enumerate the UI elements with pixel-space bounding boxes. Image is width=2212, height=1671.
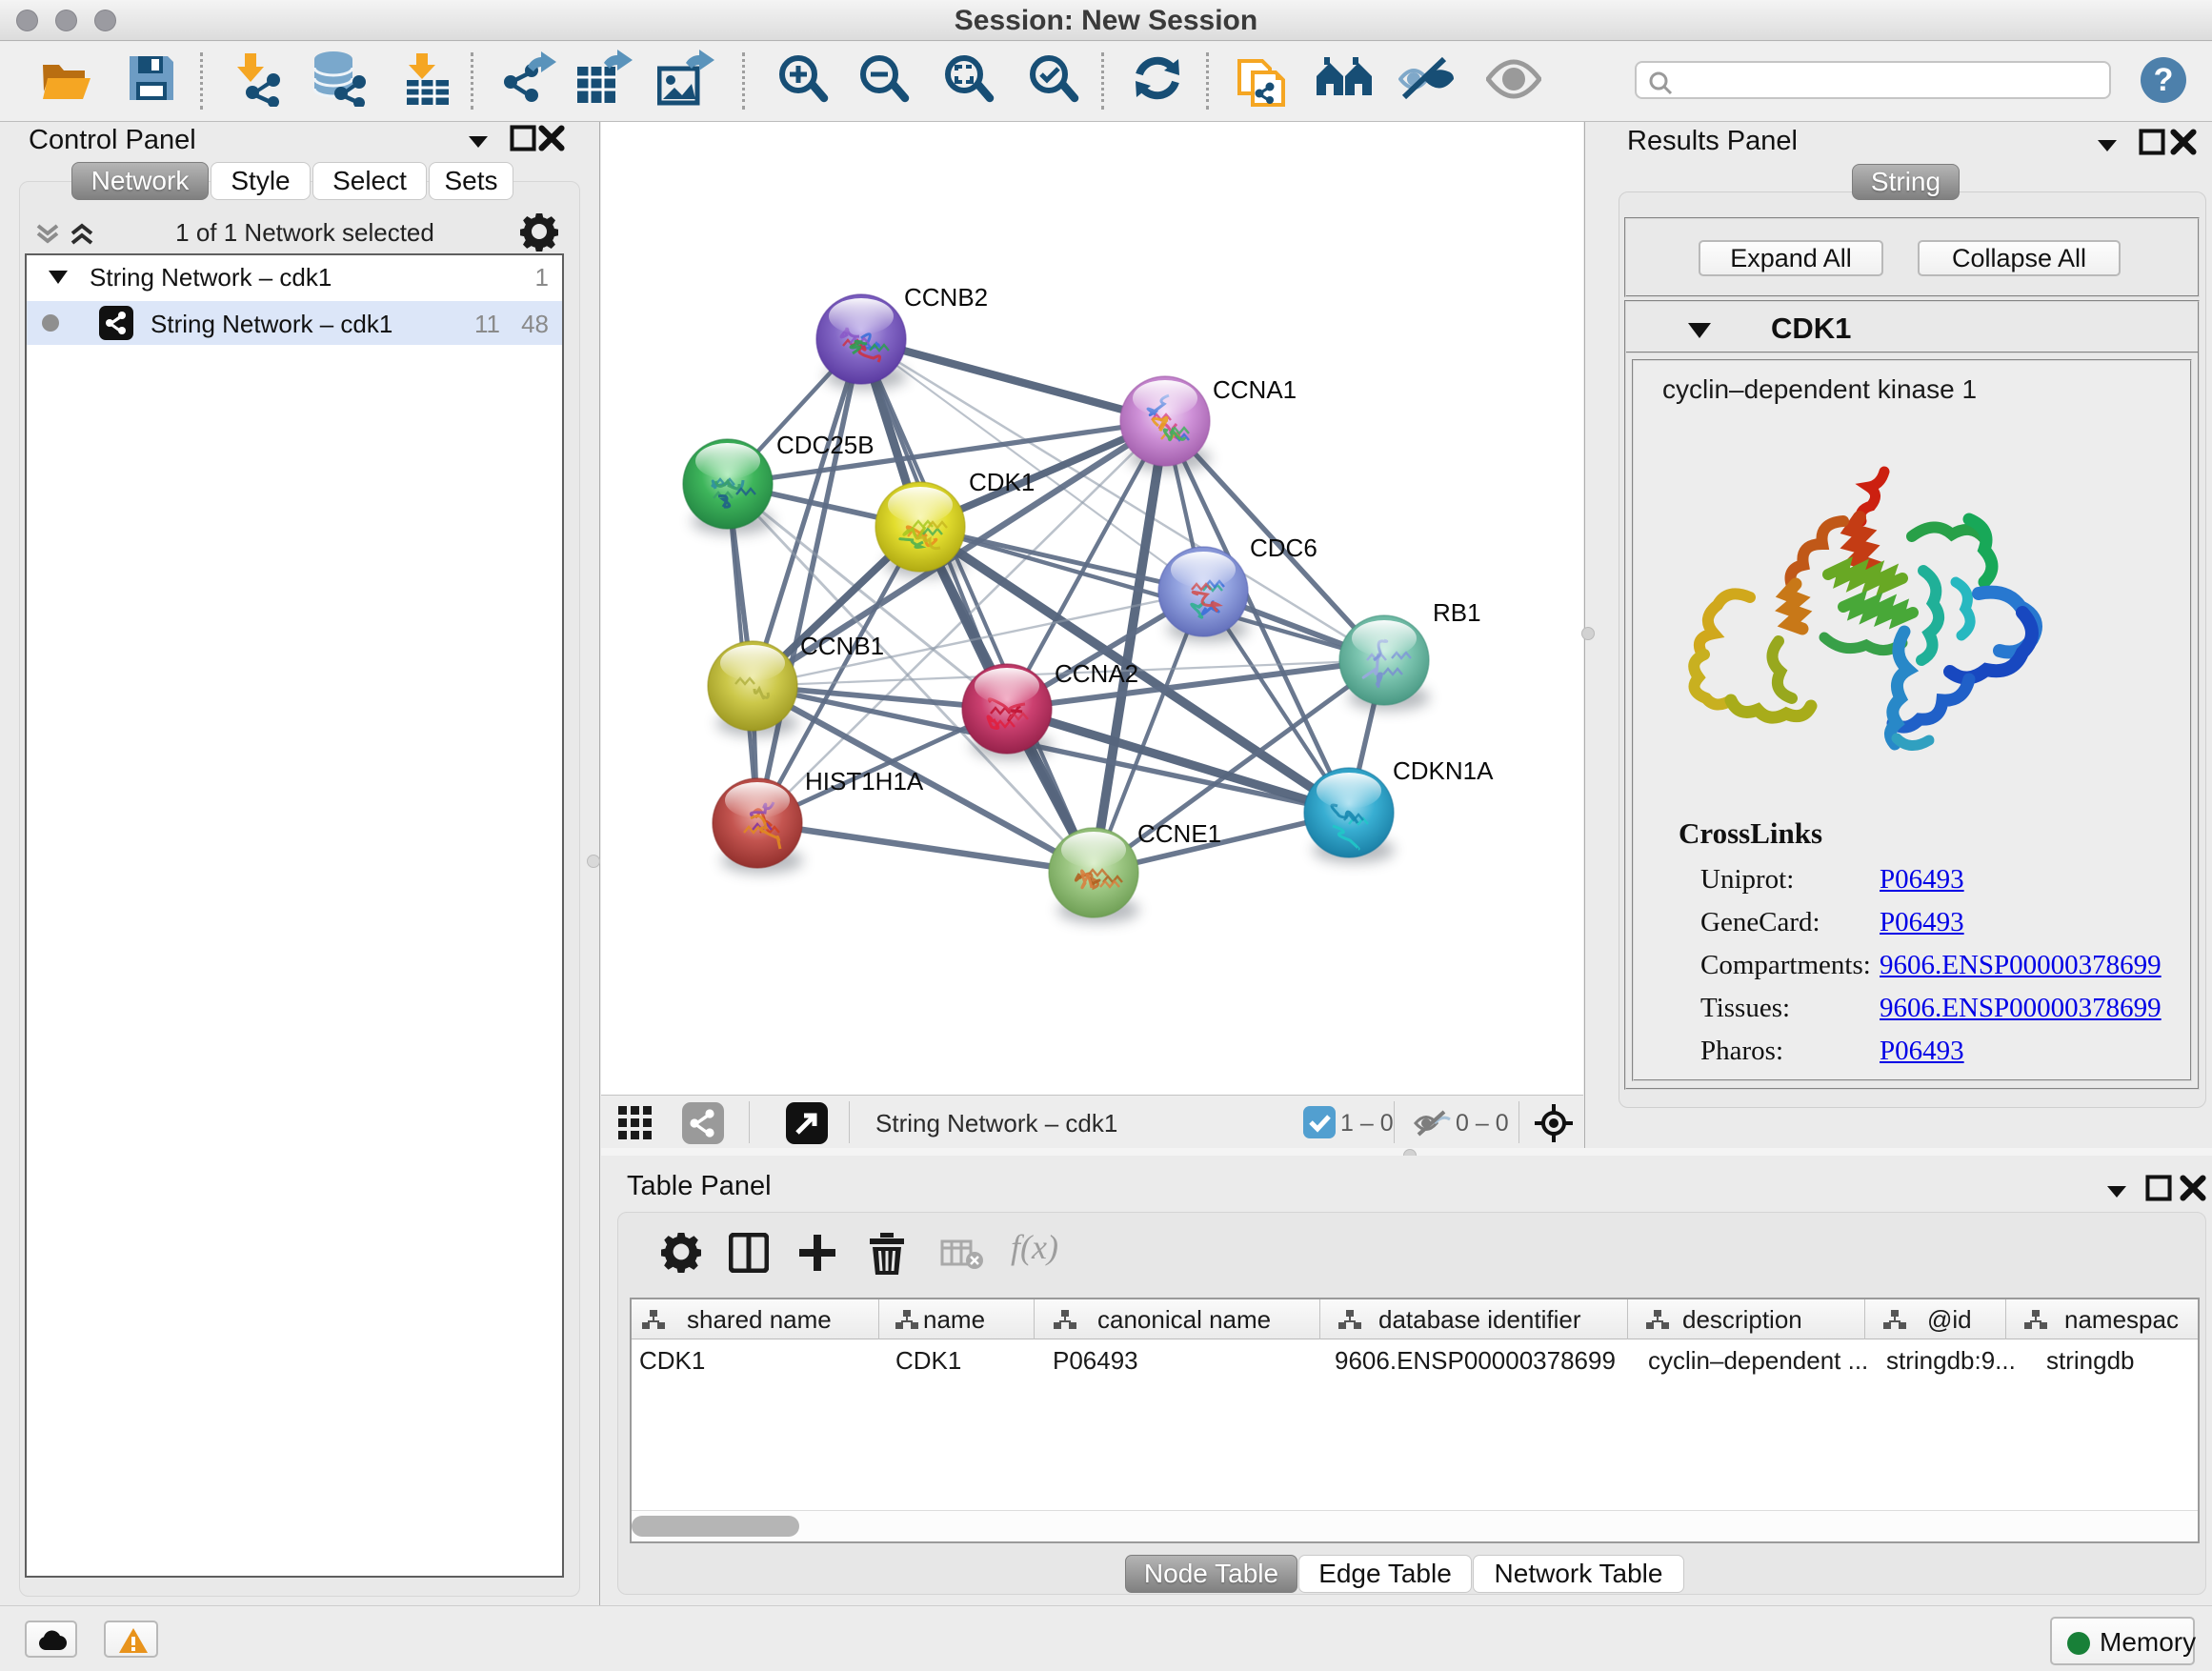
svg-text:CCNE1: CCNE1 bbox=[1137, 819, 1221, 848]
svg-text:CDC25B: CDC25B bbox=[776, 431, 875, 459]
svg-text:CDK1: CDK1 bbox=[969, 468, 1035, 496]
svg-text:CCNB2: CCNB2 bbox=[904, 283, 988, 312]
svg-text:RB1: RB1 bbox=[1433, 598, 1481, 627]
svg-text:CCNB1: CCNB1 bbox=[800, 632, 884, 660]
svg-text:CDKN1A: CDKN1A bbox=[1393, 756, 1494, 785]
svg-text:CCNA1: CCNA1 bbox=[1213, 375, 1297, 404]
svg-text:CDC6: CDC6 bbox=[1250, 534, 1317, 562]
svg-text:HIST1H1A: HIST1H1A bbox=[805, 767, 924, 795]
svg-text:CCNA2: CCNA2 bbox=[1055, 659, 1138, 688]
svg-text:?: ? bbox=[2154, 62, 2174, 98]
